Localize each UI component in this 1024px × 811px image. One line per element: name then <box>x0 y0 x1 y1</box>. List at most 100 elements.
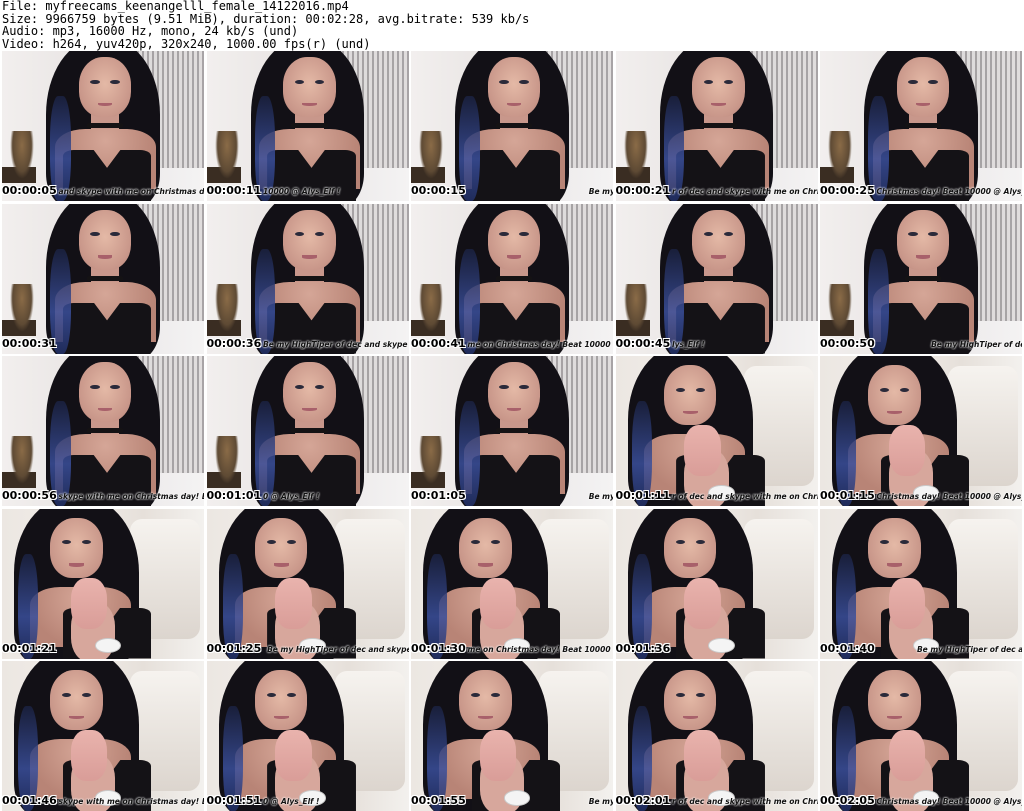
ticker-text: and skype with me on Christmas day! Beat… <box>58 187 204 196</box>
ticker-text: Be my HighTiper of dec and skype with me… <box>588 492 613 501</box>
frame-image <box>615 508 818 659</box>
video-thumbnail: skype with me on Christmas day! Beat 100… <box>2 356 204 506</box>
frame-image <box>2 51 204 201</box>
frame-image <box>820 356 1022 506</box>
video-thumbnail: me on Christmas day! Beat 10000 @ Alys_E… <box>411 203 613 354</box>
video-thumbnail: Be my HighTiper of dec and skype with me… <box>411 51 613 201</box>
ticker-text: Be my HighTiper of dec and skype with me <box>931 339 1022 349</box>
timestamp-label: 00:01:40 <box>820 641 875 655</box>
timestamp-label: 00:01:36 <box>615 641 671 655</box>
frame-image <box>411 203 613 354</box>
video-thumbnail: Be my HighTiper of dec and skype with me… <box>820 508 1022 659</box>
timestamp-label: 00:00:11 <box>206 184 262 197</box>
frame-image <box>411 661 613 811</box>
video-thumbnail: me on Christmas day! Beat 10000 @ Alys_E… <box>411 508 613 659</box>
timestamp-label: 00:01:05 <box>411 489 466 502</box>
ticker-text: me on Christmas day! Beat 10000 @ Alys_E… <box>467 339 613 349</box>
timestamp-label: 00:00:15 <box>411 184 466 197</box>
ticker-text: lys_Elf ! <box>672 339 705 349</box>
timestamp-label: 00:00:41 <box>411 336 466 350</box>
frame-image <box>206 508 409 659</box>
video-thumbnail: Be my HighTiper of dec and skype with00:… <box>206 203 409 354</box>
file-info-header: File: myfreecams_keenangelll_female_1412… <box>2 0 1022 50</box>
frame-image <box>2 203 204 354</box>
ticker-text: Be my HighTiper of dec and skype with me… <box>588 797 613 806</box>
timestamp-label: 00:00:05 <box>2 184 57 197</box>
frame-image <box>206 661 409 811</box>
timestamp-label: 00:01:11 <box>615 489 671 502</box>
ticker-text: Be my HighTiper of dec and skype <box>267 644 409 654</box>
timestamp-label: 00:00:45 <box>615 336 671 350</box>
video-thumbnail: Be my HighTiper of dec and skype with me… <box>820 203 1022 354</box>
timestamp-label: 00:00:25 <box>820 184 875 197</box>
timestamp-label: 00:02:01 <box>615 794 671 807</box>
video-thumbnail: 00:01:36 <box>615 508 818 659</box>
video-thumbnail: 0 @ Alys_Elf ! 00:01:51 <box>206 661 409 811</box>
ticker-text: skype with me on Christmas day! Beat 100… <box>58 797 204 806</box>
frame-image <box>615 51 818 201</box>
video-thumbnail: r of dec and skype with me on Christmas … <box>615 51 818 201</box>
frame-image <box>820 661 1022 811</box>
frame-image <box>411 508 613 659</box>
video-thumbnail: r of dec and skype with me on Christmas … <box>615 356 818 506</box>
ticker-text: Be my HighTiper of dec and skype with me <box>916 644 1022 654</box>
video-thumbnail: Be my HighTiper of dec and skype 00:01:25 <box>206 508 409 659</box>
video-thumbnail: 00:00:31 <box>2 203 204 354</box>
ticker-text: Christmas day! Beat 10000 @ Alys_Elf ! <box>876 492 1022 501</box>
ticker-text: r of dec and skype with me on Christmas … <box>672 187 817 196</box>
frame-image <box>206 51 409 201</box>
timestamp-label: 00:00:21 <box>615 184 671 197</box>
frame-image <box>615 203 818 354</box>
ticker-text: 10000 @ Alys_Elf ! <box>263 187 341 196</box>
video-thumbnail: Be my HighTiper of dec and skype with me… <box>411 356 613 506</box>
video-thumbnail: Be my HighTiper of dec and skype with me… <box>411 661 613 811</box>
timestamp-label: 00:00:31 <box>2 336 57 350</box>
video-thumbnail: Christmas day! Beat 10000 @ Alys_Elf !00… <box>820 661 1022 811</box>
ticker-text: r of dec and skype with me on Christmas … <box>672 797 817 806</box>
frame-image <box>411 356 613 506</box>
video-thumbnail: Christmas day! Beat 10000 @ Alys_Elf !00… <box>820 51 1022 201</box>
timestamp-label: 00:01:01 <box>206 489 262 502</box>
timestamp-label: 00:01:55 <box>411 794 466 807</box>
ticker-text: 0 @ Alys_Elf ! <box>263 492 320 501</box>
video-thumbnail: 0 @ Alys_Elf ! 00:01:01 <box>206 356 409 506</box>
timestamp-label: 00:00:56 <box>2 489 57 502</box>
audio-info-line: Audio: mp3, 16000 Hz, mono, 24 kb/s (und… <box>2 24 299 38</box>
frame-image <box>615 356 818 506</box>
video-thumbnail: lys_Elf ! 00:00:45 <box>615 203 818 354</box>
file-name-line: File: myfreecams_keenangelll_female_1412… <box>2 0 349 13</box>
video-thumbnail: skype with me on Christmas day! Beat 100… <box>2 661 204 811</box>
frame-image <box>615 661 818 811</box>
ticker-text: skype with me on Christmas day! Beat 100… <box>58 492 204 501</box>
frame-image <box>820 51 1022 201</box>
frame-image <box>820 203 1022 354</box>
timestamp-label: 00:01:51 <box>206 794 262 807</box>
video-thumbnail: r of dec and skype with me on Christmas … <box>615 661 818 811</box>
timestamp-label: 00:01:46 <box>2 794 57 807</box>
frame-image <box>206 356 409 506</box>
video-thumbnail: 00:01:21 <box>2 508 204 659</box>
thumbnail-grid: and skype with me on Christmas day! Beat… <box>2 51 1022 811</box>
ticker-text: r of dec and skype with me on Christmas … <box>672 492 817 501</box>
frame-image <box>2 661 204 811</box>
frame-image <box>2 508 204 659</box>
ticker-text: Christmas day! Beat 10000 @ Alys_Elf ! <box>876 187 1022 196</box>
video-thumbnail: and skype with me on Christmas day! Beat… <box>2 51 204 201</box>
timestamp-label: 00:00:36 <box>206 336 262 350</box>
video-info-line: Video: h264, yuv420p, 320x240, 1000.00 f… <box>2 36 371 51</box>
timestamp-label: 00:02:05 <box>820 794 875 807</box>
ticker-text: Be my HighTiper of dec and skype with <box>263 339 408 349</box>
frame-image <box>411 51 613 201</box>
video-thumbnail: Christmas day! Beat 10000 @ Alys_Elf !00… <box>820 356 1022 506</box>
timestamp-label: 00:00:50 <box>820 336 875 350</box>
video-thumbnail: 10000 @ Alys_Elf ! 00:00:11 <box>206 51 409 201</box>
ticker-text: Be my HighTiper of dec and skype with me… <box>588 187 613 196</box>
frame-image <box>206 203 409 354</box>
timestamp-label: 00:01:21 <box>2 641 57 655</box>
ticker-text: me on Christmas day! Beat 10000 @ Alys_E… <box>467 644 613 654</box>
ticker-text: 0 @ Alys_Elf ! <box>263 797 320 806</box>
ticker-text: Christmas day! Beat 10000 @ Alys_Elf ! <box>876 797 1022 806</box>
frame-image <box>2 356 204 506</box>
timestamp-label: 00:01:15 <box>820 489 875 502</box>
timestamp-label: 00:01:30 <box>411 641 466 655</box>
